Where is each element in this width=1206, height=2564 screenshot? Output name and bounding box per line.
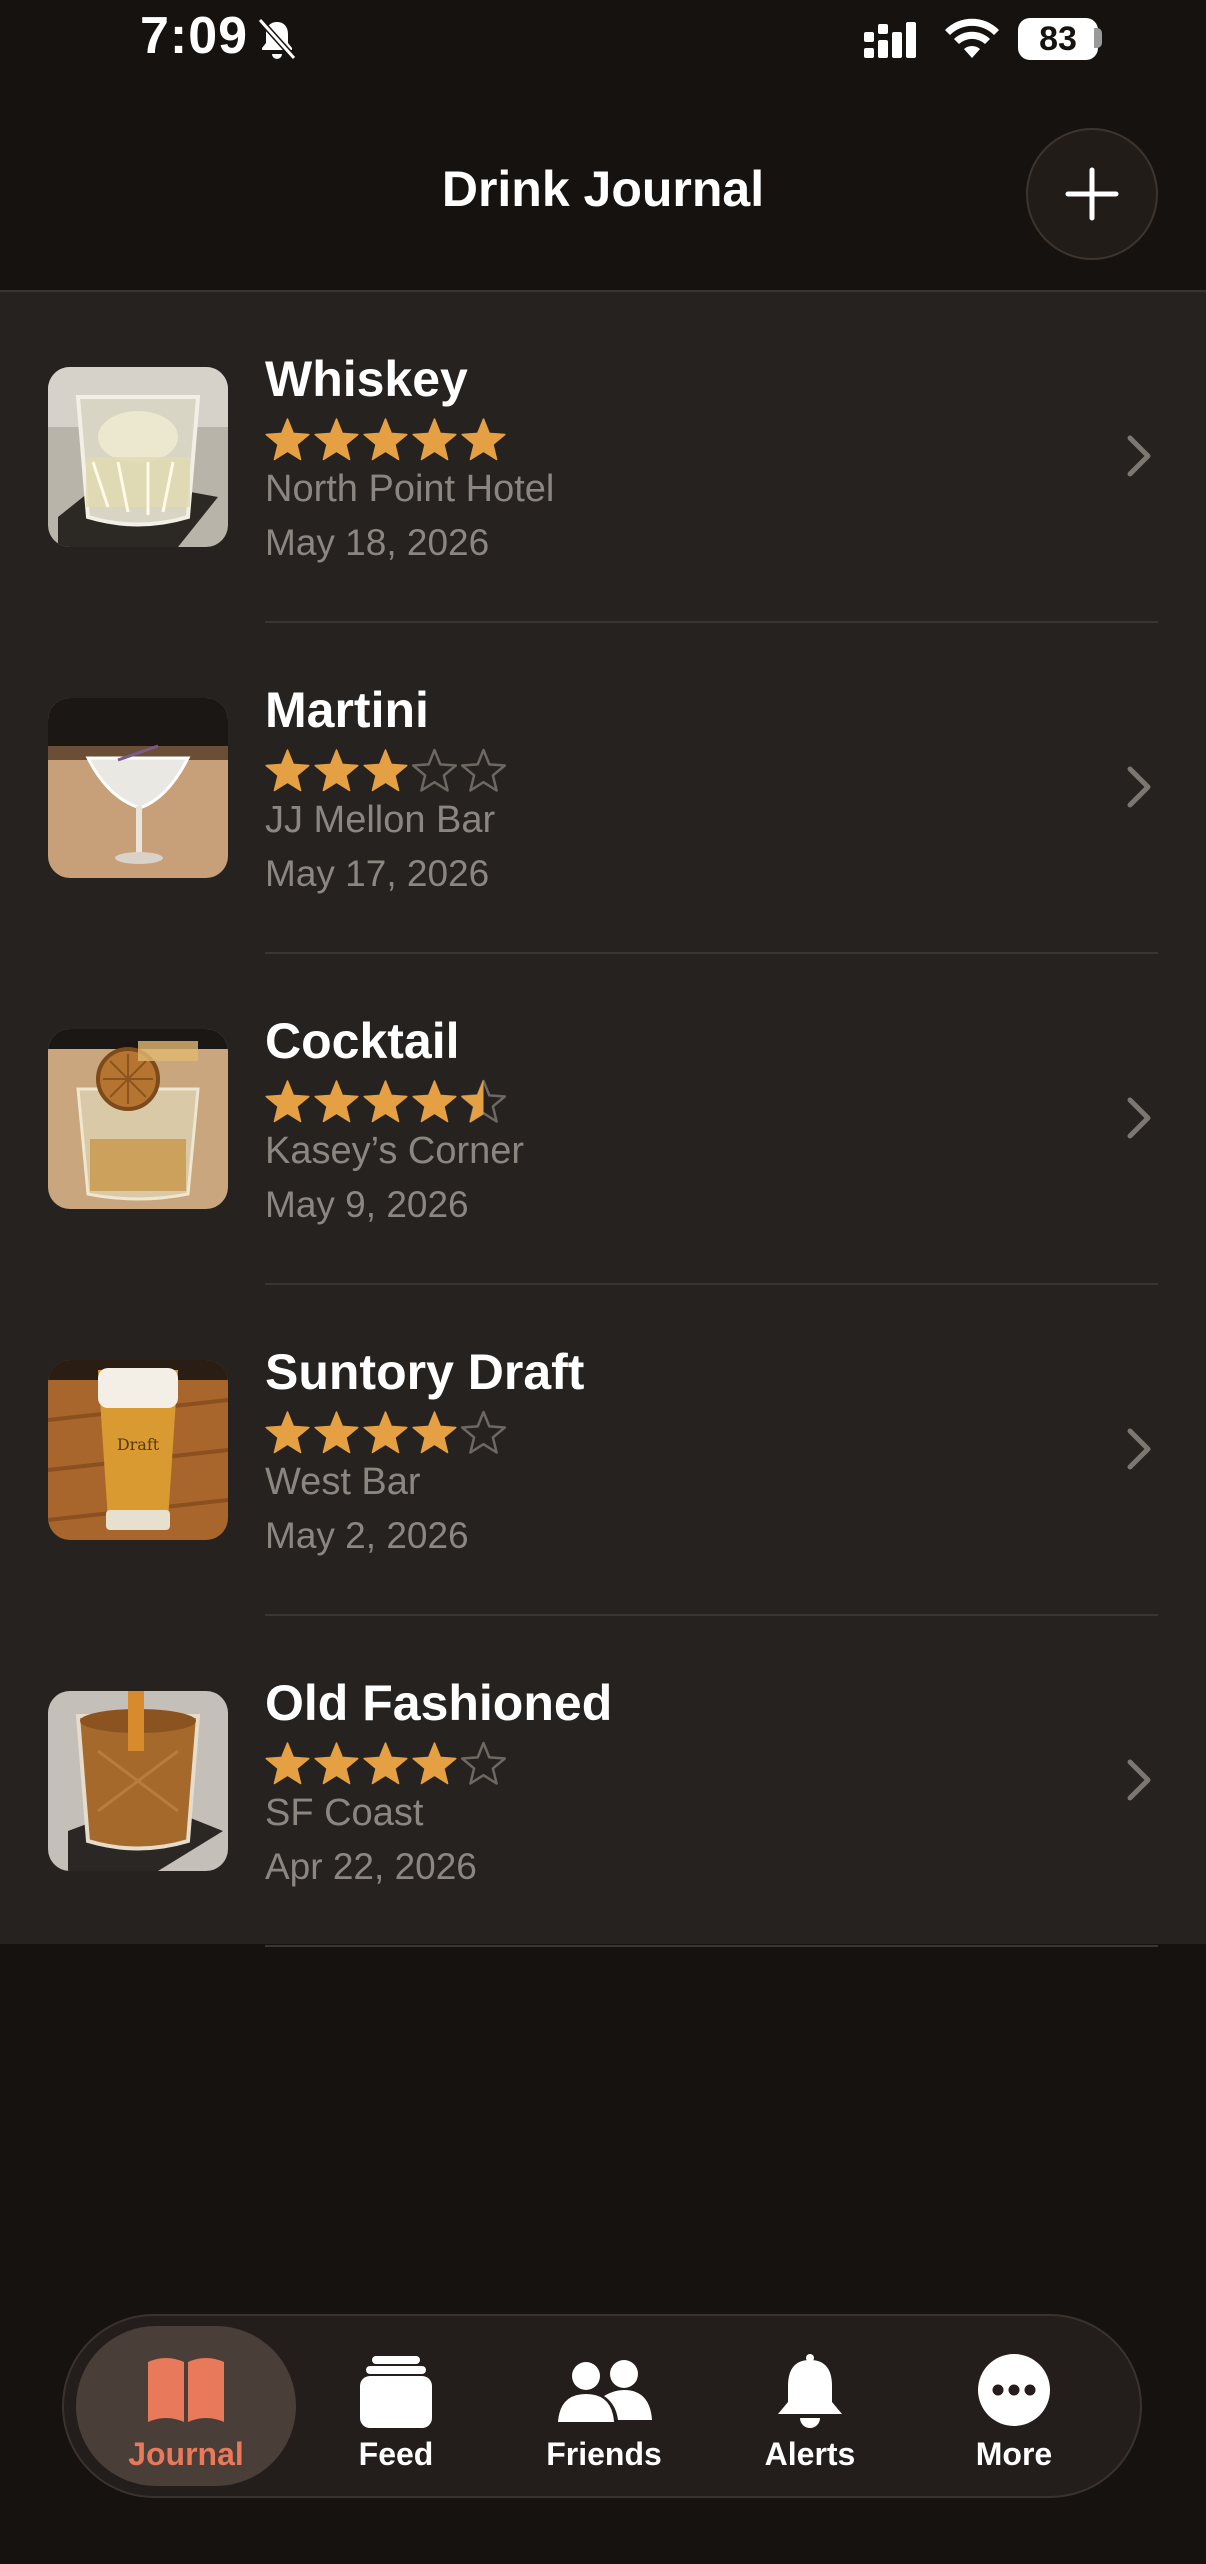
star-filled-icon	[363, 749, 408, 792]
venue-name: Kasey’s Corner	[265, 1130, 525, 1172]
people-icon	[558, 2360, 652, 2422]
star-filled-icon	[314, 1080, 359, 1123]
star-rating	[263, 747, 508, 793]
entry-date: May 18, 2026	[265, 522, 490, 563]
star-filled-icon	[265, 1080, 310, 1123]
status-bar: 7:09 83	[0, 0, 1206, 80]
star-filled-icon	[314, 418, 359, 461]
cocktail-glass-photo	[48, 1029, 228, 1209]
ellipsis-icon	[978, 2354, 1050, 2426]
star-rating	[263, 1078, 508, 1124]
star-filled-icon	[412, 1411, 457, 1454]
star-filled-icon	[314, 1411, 359, 1454]
star-filled-icon	[314, 749, 359, 792]
venue-name: SF Coast	[265, 1792, 424, 1834]
entry-date: May 2, 2026	[265, 1515, 469, 1556]
list-item[interactable]: Whiskey North Point Hotel May 18, 2026	[0, 292, 1206, 623]
venue-name: North Point Hotel	[265, 468, 555, 510]
star-rating	[263, 1740, 508, 1786]
tab-friends[interactable]: Friends	[494, 2326, 714, 2486]
tab-label: Alerts	[764, 2436, 856, 2472]
star-filled-icon	[265, 418, 310, 461]
whiskey-glass-photo	[48, 367, 228, 547]
drink-name: Suntory Draft	[265, 1344, 585, 1400]
book-icon	[148, 2358, 224, 2422]
tab-label: More	[975, 2436, 1053, 2472]
star-filled-icon	[314, 1742, 359, 1785]
tab-label: Journal	[128, 2436, 244, 2472]
old-fashioned-glass-photo	[48, 1691, 228, 1871]
star-filled-icon	[265, 1742, 310, 1785]
tab-label: Feed	[358, 2436, 434, 2472]
list-item[interactable]: Cocktail Kasey’s Corner May 9, 2026	[0, 954, 1206, 1285]
tab-feed[interactable]: Feed	[286, 2326, 506, 2486]
drink-name: Old Fashioned	[265, 1675, 613, 1731]
add-entry-button[interactable]	[1026, 128, 1158, 260]
bell-slash-icon	[257, 17, 297, 61]
journal-list: Whiskey North Point Hotel May 18, 2026 M…	[0, 290, 1206, 1947]
star-filled-icon	[461, 418, 506, 461]
battery-level: 83	[1039, 20, 1077, 58]
list-item[interactable]: Old Fashioned SF Coast Apr 22, 2026	[0, 1616, 1206, 1947]
star-filled-icon	[363, 418, 408, 461]
chevron-right-icon	[1127, 435, 1151, 477]
star-empty-icon	[460, 1410, 507, 1454]
star-filled-icon	[412, 1742, 457, 1785]
list-item[interactable]: Martini JJ Mellon Bar May 17, 2026	[0, 623, 1206, 954]
star-filled-icon	[363, 1411, 408, 1454]
chevron-right-icon	[1127, 1097, 1151, 1139]
cellular-signal-icon	[864, 22, 916, 58]
star-rating	[263, 1409, 508, 1455]
beer-glass-photo: Draft	[48, 1360, 228, 1540]
bell-icon	[778, 2354, 842, 2428]
tab-label: Friends	[546, 2436, 662, 2472]
status-time: 7:09	[140, 7, 249, 65]
plus-icon	[1065, 167, 1119, 221]
tab-journal[interactable]: Journal	[76, 2326, 296, 2486]
list-item[interactable]: Draft Suntory Draft West Bar May 2, 2026	[0, 1285, 1206, 1616]
star-filled-icon	[412, 418, 457, 461]
tab-more[interactable]: More	[904, 2326, 1124, 2486]
row-divider	[265, 1945, 1158, 1947]
drink-name: Martini	[265, 682, 429, 738]
star-empty-icon	[460, 748, 507, 792]
drink-name: Whiskey	[265, 351, 468, 407]
drink-name: Cocktail	[265, 1013, 460, 1069]
chevron-right-icon	[1127, 1428, 1151, 1470]
star-half-icon	[460, 1079, 507, 1123]
martini-glass-photo	[48, 698, 228, 878]
page-title: Drink Journal	[441, 161, 765, 217]
stack-icon	[360, 2356, 432, 2428]
star-filled-icon	[412, 1080, 457, 1123]
chevron-right-icon	[1127, 766, 1151, 808]
star-empty-icon	[411, 748, 458, 792]
tab-bar: Journal Feed Friends Alerts More	[62, 2314, 1142, 2498]
star-rating	[263, 416, 508, 462]
entry-date: May 9, 2026	[265, 1184, 469, 1225]
chevron-right-icon	[1127, 1759, 1151, 1801]
star-filled-icon	[265, 749, 310, 792]
star-filled-icon	[363, 1080, 408, 1123]
tab-alerts[interactable]: Alerts	[700, 2326, 920, 2486]
drink-journal-screen: 7:09 83 Drink Journal Whiskey North Poin…	[0, 0, 1206, 2564]
entry-date: Apr 22, 2026	[265, 1846, 477, 1887]
entry-date: May 17, 2026	[265, 853, 490, 894]
svg-text:Draft: Draft	[117, 1435, 160, 1454]
star-filled-icon	[363, 1742, 408, 1785]
venue-name: JJ Mellon Bar	[265, 799, 496, 841]
star-empty-icon	[460, 1741, 507, 1785]
star-filled-icon	[265, 1411, 310, 1454]
venue-name: West Bar	[265, 1461, 421, 1503]
wifi-icon	[945, 18, 999, 58]
header: Drink Journal	[0, 90, 1206, 290]
